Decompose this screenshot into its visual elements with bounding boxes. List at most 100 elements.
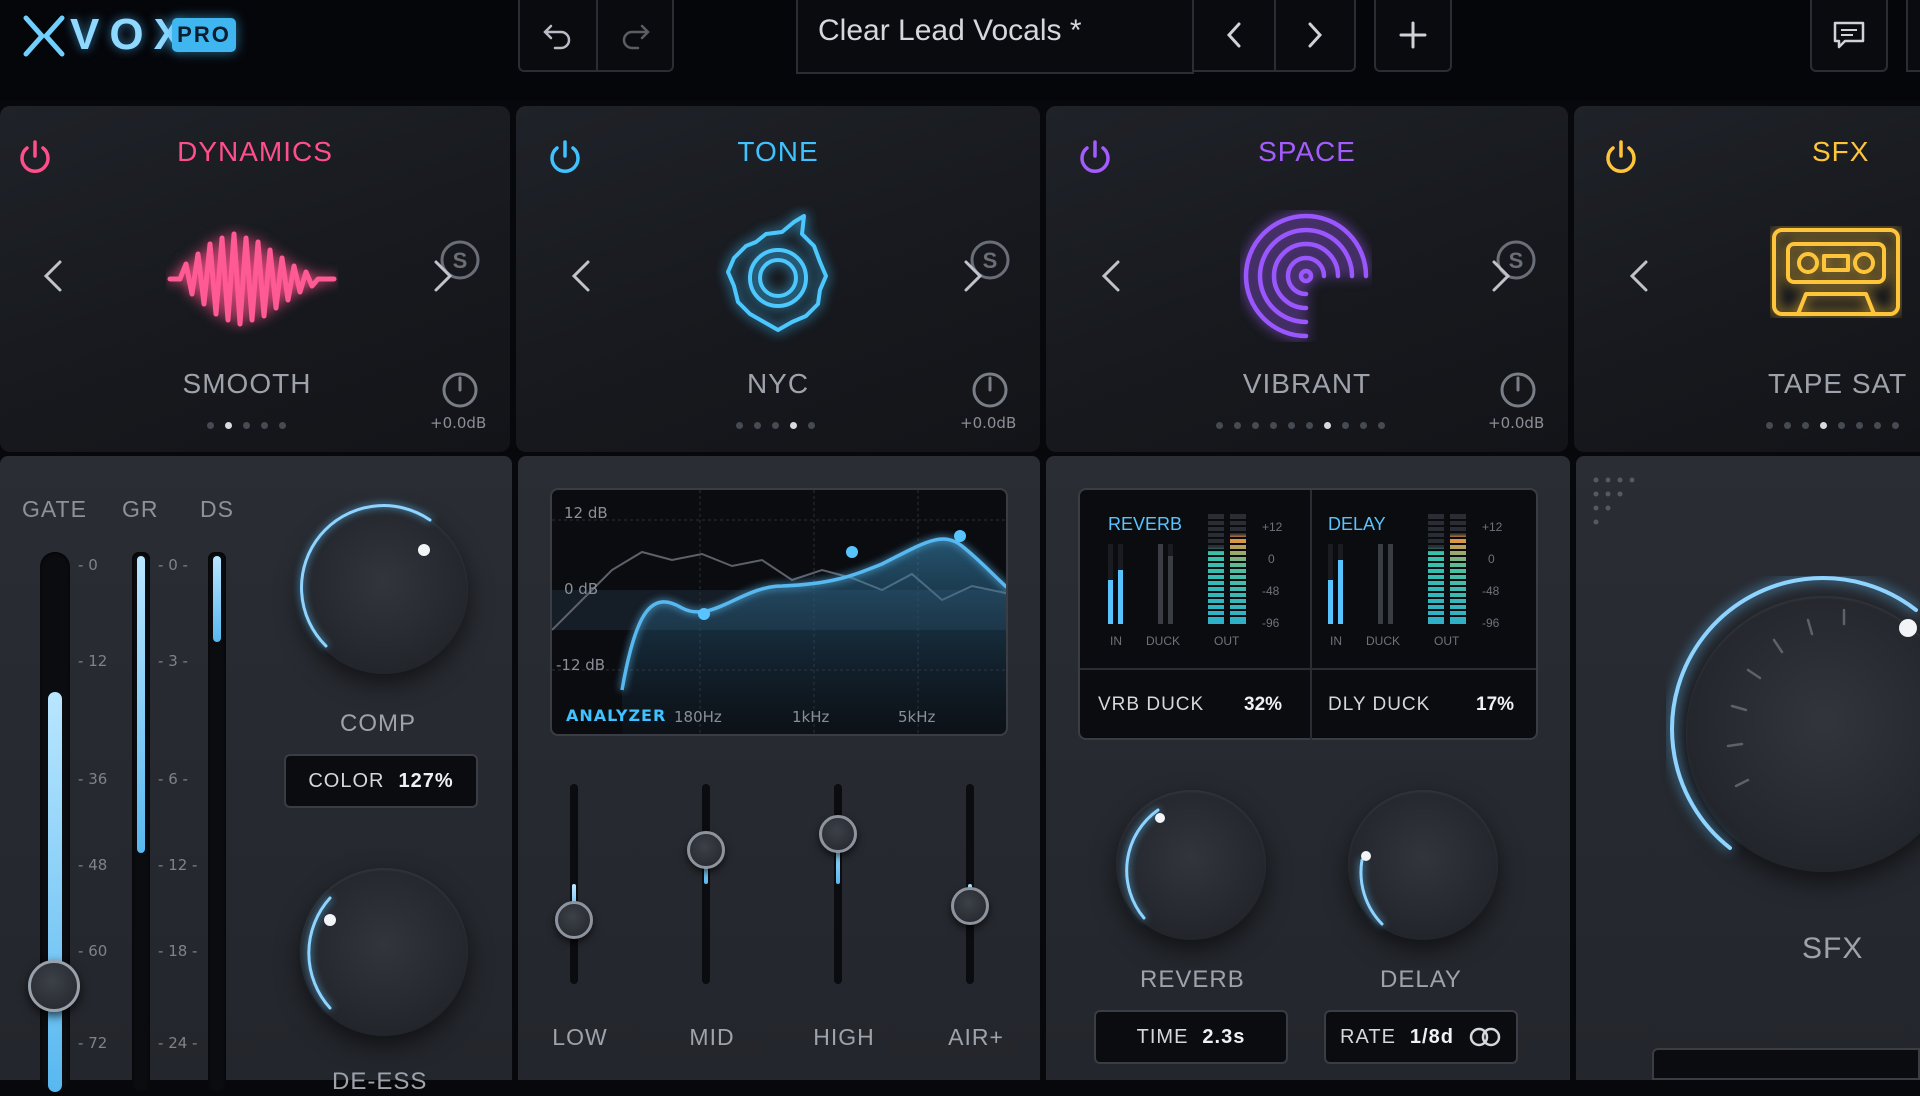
ds-meter-fill (213, 556, 221, 642)
reverb-knob-ring (1125, 808, 1165, 920)
gate-scale-48: - 48 (78, 856, 108, 874)
gr-meter-fill (137, 556, 145, 853)
next-preset-button[interactable] (1274, 0, 1356, 72)
module-space: SPACE S VIBRANT +0.0dB (1046, 106, 1568, 452)
cassette-icon (1772, 228, 1900, 316)
eq-analyzer[interactable]: 12 dB 0 dB -12 dB ANALYZER 180Hz 1kHz 5k… (550, 488, 1008, 736)
dly-duck-label[interactable]: DLY DUCK (1328, 694, 1430, 716)
delay-scale-96: -96 (1482, 616, 1500, 630)
menu-button[interactable] (1906, 0, 1920, 72)
reverb-duck-label: DUCK (1146, 634, 1181, 648)
deess-knob-ring (307, 896, 336, 1010)
module-dynamics: DYNAMICS S SMOOTH +0.0dB (0, 106, 510, 452)
band-label-air: AIR+ (948, 1024, 1004, 1050)
eq-band-thumb-3[interactable] (951, 887, 989, 925)
gate-scale-12: - 12 (78, 652, 108, 670)
analyzer-label[interactable]: ANALYZER (566, 706, 666, 725)
chevron-right-icon[interactable] (428, 256, 458, 296)
eq-band-slot-1[interactable] (702, 784, 710, 984)
spiral-icon (1243, 213, 1369, 339)
tone-knob-icon (726, 214, 828, 332)
eq-band-thumb-0[interactable] (555, 901, 593, 939)
preset-dots (736, 422, 815, 429)
vox-logo-icon (23, 15, 65, 57)
preset-selector[interactable]: Clear Lead Vocals * (796, 0, 1194, 74)
waveform-icon (167, 231, 337, 327)
gr-scale-6: - 6 - (158, 770, 188, 788)
undo-icon (543, 24, 571, 50)
plus-icon (1399, 21, 1427, 49)
module-title: TONE (737, 136, 819, 167)
delay-knob-ring (1359, 851, 1384, 926)
eq-band-thumb-2[interactable] (819, 815, 857, 853)
gr-scale-18: - 18 - (158, 942, 198, 960)
gain-knob-icon[interactable] (970, 370, 1010, 410)
delay-scale-0: 0 (1488, 552, 1495, 566)
sfx-panel: SFX (1576, 456, 1920, 1080)
delay-in-label: IN (1330, 634, 1342, 648)
rate-label: RATE (1340, 1025, 1396, 1048)
gate-scale-0: - 0 (78, 556, 98, 574)
feedback-button[interactable] (1810, 0, 1888, 72)
tone-panel: 12 dB 0 dB -12 dB ANALYZER 180Hz 1kHz 5k… (518, 456, 1040, 1080)
reverb-in-label: IN (1110, 634, 1122, 648)
reverb-out-label: OUT (1214, 634, 1240, 648)
gr-scale-24: - 24 - (158, 1034, 198, 1052)
chevron-left-icon[interactable] (38, 256, 68, 296)
band-label-low: LOW (552, 1024, 608, 1050)
color-label: COLOR (308, 769, 385, 792)
delay-scale-12: +12 (1482, 520, 1503, 534)
eq-band-slot-2[interactable] (834, 784, 842, 984)
undo-button[interactable] (518, 0, 598, 72)
prev-preset-button[interactable] (1192, 0, 1276, 72)
module-gain: +0.0dB (1488, 414, 1545, 432)
db-label-top: 12 dB (564, 504, 608, 522)
delay-scale-48: -48 (1482, 584, 1500, 598)
delay-out-label: OUT (1434, 634, 1460, 648)
chevron-left-icon[interactable] (1096, 256, 1126, 296)
gate-scale-72: - 72 (78, 1034, 108, 1052)
redo-button[interactable] (596, 0, 674, 72)
db-label-bottom: -12 dB (556, 656, 606, 674)
top-bar: VOX PRO Clear Lead Vocals * (0, 0, 1920, 100)
chevron-left-icon[interactable] (566, 256, 596, 296)
rate-badge[interactable]: RATE 1/8d (1324, 1010, 1518, 1064)
gr-label: GR (122, 496, 159, 522)
link-rings-icon[interactable] (1468, 1026, 1502, 1048)
eq-band-thumb-1[interactable] (687, 831, 725, 869)
space-meters: REVERB DELAY IN DUCK OUT IN DUCK OUT +12… (1078, 488, 1538, 740)
color-badge[interactable]: COLOR 127% (284, 754, 478, 808)
gain-knob-icon[interactable] (440, 370, 480, 410)
chevron-right-icon[interactable] (1486, 256, 1516, 296)
delay-duck-label: DUCK (1366, 634, 1401, 648)
ds-label: DS (200, 496, 234, 522)
time-label: TIME (1136, 1025, 1189, 1048)
time-badge[interactable]: TIME 2.3s (1094, 1010, 1288, 1064)
module-preset: NYC (746, 368, 810, 399)
gate-scale-36: - 36 (78, 770, 108, 788)
dynamics-panel: GATE GR DS - 0 - 12 - 36 - 48 - 60 - 72 … (0, 456, 512, 1095)
vrb-duck-label[interactable]: VRB DUCK (1098, 694, 1204, 716)
module-title: SPACE (1258, 136, 1356, 167)
time-value: 2.3s (1202, 1025, 1246, 1048)
preset-name: Clear Lead Vocals * (818, 14, 1082, 47)
vrb-duck-value[interactable]: 32% (1244, 694, 1282, 716)
grip-dots-icon (1593, 477, 1635, 525)
reverb-scale-0: 0 (1268, 552, 1275, 566)
reverb-label: REVERB (1140, 966, 1245, 993)
chevron-right-icon[interactable] (958, 256, 988, 296)
power-icon[interactable] (1600, 136, 1642, 178)
module-title: SFX (1812, 136, 1870, 167)
delay-label: DELAY (1380, 966, 1462, 993)
chevron-left-icon[interactable] (1624, 256, 1654, 296)
gain-knob-icon[interactable] (1498, 370, 1538, 410)
module-preset: SMOOTH (182, 368, 312, 399)
gr-scale-12: - 12 - (158, 856, 198, 874)
gr-scale-0: - 0 - (158, 556, 188, 574)
module-tone: TONE S NYC +0.0dB (516, 106, 1040, 452)
add-preset-button[interactable] (1374, 0, 1452, 72)
dly-duck-value[interactable]: 17% (1476, 694, 1514, 716)
module-preset: TAPE SAT (1768, 368, 1908, 399)
gate-fader-thumb[interactable] (28, 960, 80, 1012)
preset-dots (1766, 422, 1899, 429)
